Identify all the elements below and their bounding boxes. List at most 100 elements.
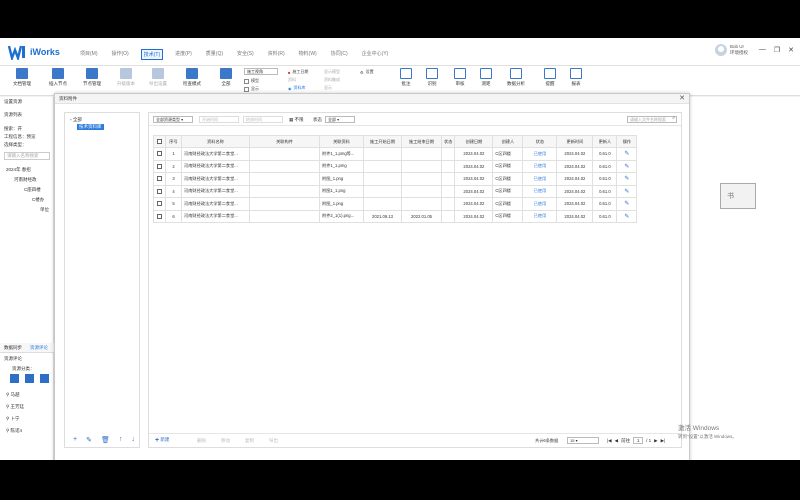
ribbon-small-3[interactable]: 显示模型 <box>324 69 340 75</box>
first-page-icon[interactable]: |◀ <box>607 438 612 444</box>
ribbon-right-button-0[interactable]: 批注 <box>392 68 420 87</box>
person-3[interactable]: ⚲ 陈诺4 <box>6 428 22 434</box>
ribbon-right-button-5[interactable]: 提醒 <box>536 68 564 87</box>
ribbon-small-1[interactable]: 资料 <box>288 77 296 83</box>
ribbon-button-6[interactable]: 全部 <box>212 68 240 87</box>
person-1[interactable]: ⚲ 王芳廷 <box>6 404 24 410</box>
maximize-icon[interactable]: ❐ <box>774 46 780 54</box>
column-header-1[interactable]: 序号 <box>165 135 182 148</box>
ribbon-button-2[interactable]: 节点管理 <box>78 68 106 87</box>
status-select[interactable]: 全部 ▾ <box>325 116 355 123</box>
row-checkbox[interactable] <box>157 188 162 194</box>
row-checkbox[interactable] <box>157 151 162 157</box>
edit-icon[interactable]: ✎ <box>616 172 638 186</box>
add-node-icon[interactable]: + <box>73 436 77 444</box>
column-header-7[interactable]: 状态 <box>440 135 456 148</box>
ribbon-button-5[interactable]: 检查模式 <box>178 68 206 87</box>
column-header-11[interactable]: 更新时间 <box>556 135 594 148</box>
row-checkbox[interactable] <box>157 213 162 219</box>
column-header-5[interactable]: 施工开始日期 <box>363 135 402 148</box>
ribbon-small-0[interactable]: ■ 施工日期 <box>288 69 308 75</box>
table-row[interactable]: 5 河南财经政法大学第二食堂... 附图_1.png 2024.04.02 C区四楼 已使… <box>153 197 638 211</box>
tree-root[interactable]: ▫ 全部 <box>70 117 82 123</box>
select-all-checkbox[interactable] <box>157 139 162 145</box>
column-header-6[interactable]: 施工结束日期 <box>401 135 442 148</box>
search-input[interactable]: 请输入文件名称搜索 ⌕ <box>627 116 677 123</box>
export-button[interactable]: 导出 <box>269 438 278 444</box>
ribbon-button-1[interactable]: 插入节点 <box>44 68 72 87</box>
edit-node-icon[interactable]: ✎ <box>86 436 92 444</box>
user-area[interactable]: Bob Ur 环境授权 <box>715 44 748 56</box>
delete-node-icon[interactable]: 🗑 <box>101 436 110 444</box>
person-2[interactable]: ⚲ 卜宁 <box>6 416 20 422</box>
delete-button[interactable]: 删除 <box>197 438 206 444</box>
column-header-13[interactable]: 操作 <box>616 135 638 148</box>
table-row[interactable]: 1 河南财经政法大学第二食堂... 附件1_1.pmg等... 2024.04.02 C… <box>153 147 638 161</box>
menu-item-9[interactable]: 企业中心(Y) <box>360 49 391 60</box>
dialog-close-icon[interactable]: ✕ <box>679 94 685 102</box>
add-comment-icon[interactable] <box>10 374 19 383</box>
tree-selected-node[interactable]: 技术资料库 <box>77 124 104 130</box>
prev-page-icon[interactable]: ◀ <box>615 438 618 444</box>
ribbon-button-3[interactable]: 升级版本 <box>112 68 140 87</box>
add-button[interactable]: + 新建 <box>155 437 169 444</box>
ribbon-small-5[interactable]: 显示 <box>324 85 332 91</box>
row-checkbox[interactable] <box>157 163 162 169</box>
menu-item-5[interactable]: 安全(S) <box>235 49 256 60</box>
ribbon-right-button-3[interactable]: 测距 <box>472 68 500 87</box>
menu-item-7[interactable]: 物料(W) <box>297 49 319 60</box>
menu-item-8[interactable]: 协同(C) <box>329 49 350 60</box>
edit-icon[interactable]: ✎ <box>616 184 638 198</box>
column-header-2[interactable]: 资料名称 <box>181 135 250 148</box>
ribbon-small-4[interactable]: 资料集成 <box>324 77 340 83</box>
left-search-input[interactable]: 请输入名称搜索 <box>4 152 50 160</box>
view-dropdown[interactable]: 施工视角 <box>244 68 278 75</box>
row-checkbox[interactable] <box>157 176 162 182</box>
tree-node-4[interactable]: 单位 <box>40 207 49 213</box>
menu-item-3[interactable]: 进度(P) <box>173 49 194 60</box>
next-page-icon[interactable]: ▶ <box>654 438 657 444</box>
table-row[interactable]: 4 河南财经政法大学第二食堂... 附图1_1.png 2024.04.02 C区四楼已… <box>153 184 638 198</box>
column-header-3[interactable]: 关联构件 <box>249 135 320 148</box>
menu-item-1[interactable]: 操作(O) <box>110 49 131 60</box>
edit-comment-icon[interactable] <box>25 374 34 383</box>
row-checkbox[interactable] <box>157 201 162 207</box>
move-up-icon[interactable]: ↑ <box>119 436 123 444</box>
settings-button[interactable]: ⚙ 设置 <box>360 69 374 75</box>
avatar[interactable] <box>715 44 727 56</box>
tab-data-sync[interactable]: 数据同步 <box>4 345 22 351</box>
ribbon-right-button-1[interactable]: 识别 <box>418 68 446 87</box>
table-row[interactable]: 6 河南财经政法大学第二食堂... 附件2_1(1).png... 2021.09.1… <box>153 209 638 223</box>
person-0[interactable]: ⚲ 马越 <box>6 392 20 398</box>
column-header-4[interactable]: 关联资料 <box>319 135 364 148</box>
table-row[interactable]: 2 河南财经政法大学第二食堂... 附件1_1.pmg 2024.04.02 C区四楼已… <box>153 159 638 173</box>
tab-resource-comments[interactable]: 资源评论 <box>30 345 48 351</box>
edit-icon[interactable]: ✎ <box>616 147 638 161</box>
end-date-select[interactable]: 结束时间 <box>243 116 283 123</box>
move-button[interactable]: 移动 <box>221 438 230 444</box>
menu-item-2[interactable]: 技术(T) <box>140 49 164 60</box>
tree-node-1[interactable]: 河南财经政 <box>14 177 37 183</box>
ribbon-right-button-6[interactable]: 报表 <box>562 68 590 87</box>
page-size-select[interactable]: 15 ▾ <box>567 437 599 444</box>
column-header-12[interactable]: 更新人 <box>592 135 618 148</box>
start-date-select[interactable]: 开始时间 <box>199 116 239 123</box>
column-header-8[interactable]: 创建日期 <box>454 135 494 148</box>
edit-icon[interactable]: ✎ <box>616 159 638 173</box>
check-display[interactable]: 显示 <box>244 86 259 92</box>
type-select[interactable]: 全部资源类型 ▾ <box>153 116 193 123</box>
ribbon-small-2[interactable]: ◉ 资料库 <box>288 85 306 91</box>
edit-icon[interactable]: ✎ <box>616 209 638 223</box>
limit-toggle[interactable]: ▦ 不限 <box>289 117 304 123</box>
column-header-0[interactable] <box>153 135 166 148</box>
column-header-10[interactable]: 状态 <box>522 135 558 148</box>
tree-node-2[interactable]: C座四楼 <box>24 187 41 193</box>
menu-item-4[interactable]: 质量(Q) <box>204 49 225 60</box>
delete-comment-icon[interactable] <box>40 374 49 383</box>
minimize-icon[interactable]: — <box>759 46 766 54</box>
table-row[interactable]: 3 河南财经政法大学第二食堂... 附图_1.png 2024.04.02 C区四楼 已使… <box>153 172 638 186</box>
ribbon-button-4[interactable]: 导出设置 <box>144 68 172 87</box>
page-input[interactable]: 1 <box>633 437 644 444</box>
check-model[interactable]: 模型 <box>244 78 259 84</box>
ribbon-right-button-4[interactable]: 数据分析 <box>502 68 530 87</box>
